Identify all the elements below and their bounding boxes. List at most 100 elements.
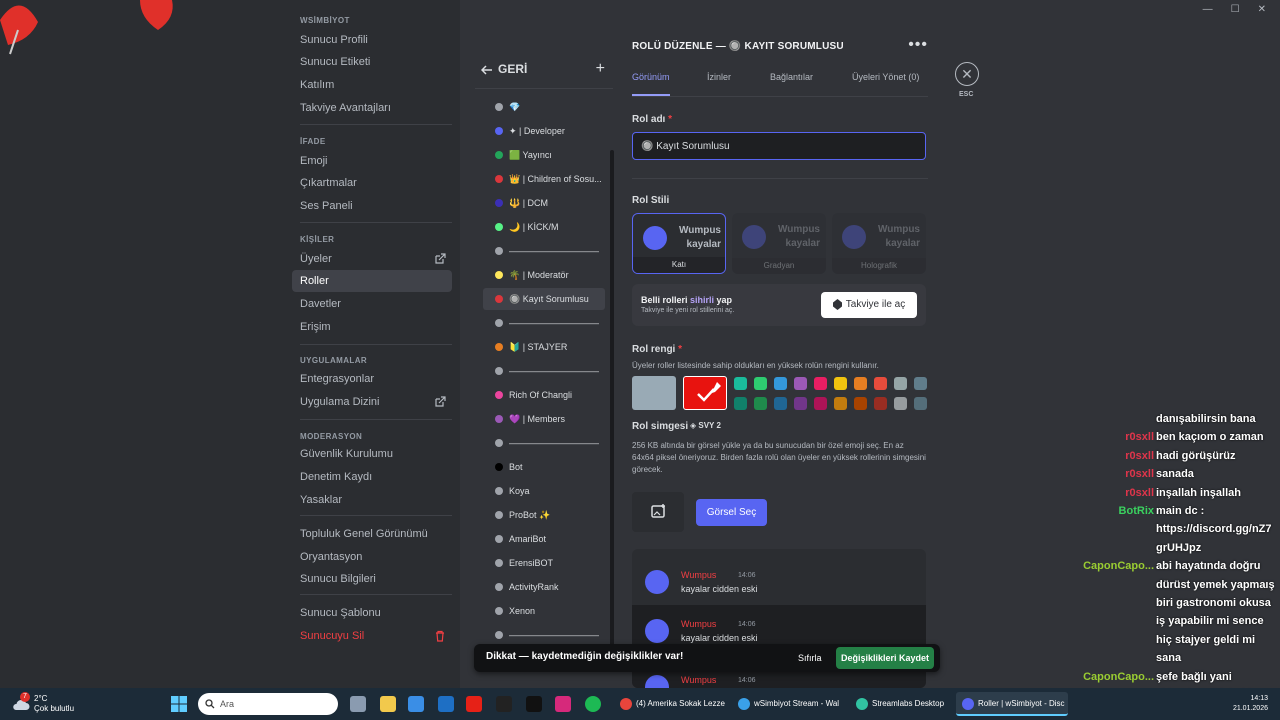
- role-list-item[interactable]: ——————————: [483, 360, 605, 382]
- role-list-item[interactable]: 🔘 Kayıt Sorumlusu: [483, 288, 605, 310]
- choose-image-button[interactable]: Görsel Seç: [696, 499, 767, 526]
- role-list-item[interactable]: Koya: [483, 480, 605, 502]
- role-list-item[interactable]: 🔰 | STAJYER: [483, 336, 605, 358]
- role-list-scrollbar[interactable]: [610, 150, 614, 650]
- maximize-icon[interactable]: ☐: [1231, 4, 1240, 15]
- role-list-item[interactable]: 🌙 | KİCK/M: [483, 216, 605, 238]
- sidebar-item-safety-setup[interactable]: Güvenlik Kurulumu: [292, 443, 452, 465]
- color-swatch[interactable]: [834, 397, 847, 410]
- style-holographic-card[interactable]: Wumpus kayalar Holografik: [832, 213, 926, 274]
- close-window-icon[interactable]: ✕: [1258, 4, 1266, 15]
- color-swatch[interactable]: [874, 397, 887, 410]
- role-list-item[interactable]: Xenon: [483, 600, 605, 622]
- color-swatch[interactable]: [794, 397, 807, 410]
- youtube-icon[interactable]: [466, 696, 482, 712]
- sidebar-item-join[interactable]: Katılım: [292, 74, 452, 96]
- sidebar-item-community-overview[interactable]: Topluluk Genel Görünümü: [292, 523, 452, 545]
- color-swatch[interactable]: [774, 377, 787, 390]
- clock[interactable]: 14:13 21.01.2026: [1233, 694, 1268, 714]
- minimize-icon[interactable]: —: [1203, 4, 1213, 15]
- color-swatch[interactable]: [734, 377, 747, 390]
- tab-display[interactable]: Görünüm: [632, 72, 670, 82]
- taskbar-search[interactable]: Ara: [198, 693, 338, 715]
- color-swatch[interactable]: [894, 377, 907, 390]
- role-list-item[interactable]: 💎: [483, 96, 605, 118]
- role-list-item[interactable]: Rich Of Changli: [483, 384, 605, 406]
- color-swatch[interactable]: [874, 377, 887, 390]
- custom-color-picker[interactable]: [683, 376, 727, 410]
- sidebar-item-invites[interactable]: Davetler: [292, 293, 452, 315]
- color-swatch[interactable]: [854, 397, 867, 410]
- role-list-item[interactable]: 🔱 | DCM: [483, 192, 605, 214]
- task-view-icon[interactable]: [350, 696, 366, 712]
- upload-image-button[interactable]: [632, 492, 684, 532]
- sidebar-item-soundboard[interactable]: Ses Paneli: [292, 195, 452, 217]
- role-list-item[interactable]: ✦ | Developer: [483, 120, 605, 142]
- taskbar-app-button[interactable]: Streamlabs Desktop: [850, 692, 950, 716]
- color-swatch[interactable]: [734, 397, 747, 410]
- color-swatch[interactable]: [754, 377, 767, 390]
- add-role-button[interactable]: +: [596, 60, 605, 78]
- role-list-item[interactable]: ——————————: [483, 432, 605, 454]
- sidebar-item-audit-log[interactable]: Denetim Kaydı: [292, 466, 452, 488]
- tab-links[interactable]: Bağlantılar: [770, 72, 813, 82]
- sidebar-item-server-profile[interactable]: Sunucu Profili: [292, 29, 452, 51]
- sidebar-item-server-insights[interactable]: Sunucu Bilgileri: [292, 568, 452, 590]
- taskbar-app-button[interactable]: (4) Amerika Sokak Lezze: [614, 692, 726, 716]
- style-solid-card[interactable]: Wumpus kayalar Katı: [632, 213, 726, 274]
- tab-permissions[interactable]: İzinler: [707, 72, 731, 82]
- more-options-button[interactable]: •••: [908, 36, 928, 54]
- color-swatch[interactable]: [914, 377, 927, 390]
- color-swatch[interactable]: [914, 397, 927, 410]
- sidebar-item-onboarding[interactable]: Oryantasyon: [292, 546, 452, 568]
- role-list-item[interactable]: ProBot ✨: [483, 504, 605, 526]
- role-list-item[interactable]: ActivityRank: [483, 576, 605, 598]
- save-changes-button[interactable]: Değişiklikleri Kaydet: [836, 647, 934, 669]
- style-gradient-card[interactable]: Wumpus kayalar Gradyan: [732, 213, 826, 274]
- color-swatch[interactable]: [794, 377, 807, 390]
- role-list-item[interactable]: ErensiBOT: [483, 552, 605, 574]
- capcut-icon[interactable]: [496, 696, 512, 712]
- role-list-item[interactable]: ——————————: [483, 624, 605, 646]
- weather-widget[interactable]: 7 2°C Çok bulutlu: [12, 692, 92, 716]
- unlock-with-boost-button[interactable]: Takviye ile aç: [821, 292, 917, 318]
- role-list-item[interactable]: 💜 | Members: [483, 408, 605, 430]
- close-settings-button[interactable]: ✕: [955, 62, 979, 86]
- reset-button[interactable]: Sıfırla: [798, 653, 822, 663]
- sidebar-item-delete-server[interactable]: Sunucuyu Sil: [292, 625, 452, 647]
- sidebar-item-access[interactable]: Erişim: [292, 316, 452, 338]
- color-swatch[interactable]: [814, 377, 827, 390]
- role-list-item[interactable]: 🌴 | Moderatör: [483, 264, 605, 286]
- role-list-item[interactable]: AmariBot: [483, 528, 605, 550]
- spotify-icon[interactable]: [585, 696, 601, 712]
- role-list-item[interactable]: ——————————: [483, 240, 605, 262]
- sidebar-item-roles[interactable]: Roller: [292, 270, 452, 292]
- sidebar-item-emoji[interactable]: Emoji: [292, 150, 452, 172]
- sidebar-item-app-directory[interactable]: Uygulama Dizini: [292, 391, 452, 413]
- outlook-icon[interactable]: [438, 696, 454, 712]
- sidebar-item-server-tag[interactable]: Sunucu Etiketi: [292, 51, 452, 73]
- tiktok-icon[interactable]: [526, 696, 542, 712]
- color-swatch[interactable]: [894, 397, 907, 410]
- file-explorer-icon[interactable]: [380, 696, 396, 712]
- role-list-item[interactable]: Bot: [483, 456, 605, 478]
- windows-start-icon[interactable]: [171, 696, 187, 712]
- color-swatch[interactable]: [774, 397, 787, 410]
- color-swatch[interactable]: [854, 377, 867, 390]
- color-swatch[interactable]: [814, 397, 827, 410]
- sidebar-item-stickers[interactable]: Çıkartmalar: [292, 172, 452, 194]
- sidebar-item-boost-perks[interactable]: Takviye Avantajları: [292, 97, 452, 119]
- sidebar-item-integrations[interactable]: Entegrasyonlar: [292, 368, 452, 390]
- color-swatch[interactable]: [834, 377, 847, 390]
- color-swatch[interactable]: [754, 397, 767, 410]
- back-button[interactable]: GERİ: [480, 62, 527, 76]
- default-color-swatch[interactable]: [632, 376, 676, 410]
- taskbar-app-button[interactable]: Roller | wSimbiyot - Disc: [956, 692, 1068, 716]
- instagram-icon[interactable]: [555, 696, 571, 712]
- store-icon[interactable]: [408, 696, 424, 712]
- tab-manage-members[interactable]: Üyeleri Yönet (0): [852, 72, 919, 82]
- sidebar-item-bans[interactable]: Yasaklar: [292, 489, 452, 511]
- role-list-item[interactable]: 👑 | Children of Sosu...: [483, 168, 605, 190]
- taskbar-app-button[interactable]: wSimbiyot Stream - Wal: [732, 692, 844, 716]
- role-name-input[interactable]: 🔘 Kayıt Sorumlusu: [632, 132, 926, 160]
